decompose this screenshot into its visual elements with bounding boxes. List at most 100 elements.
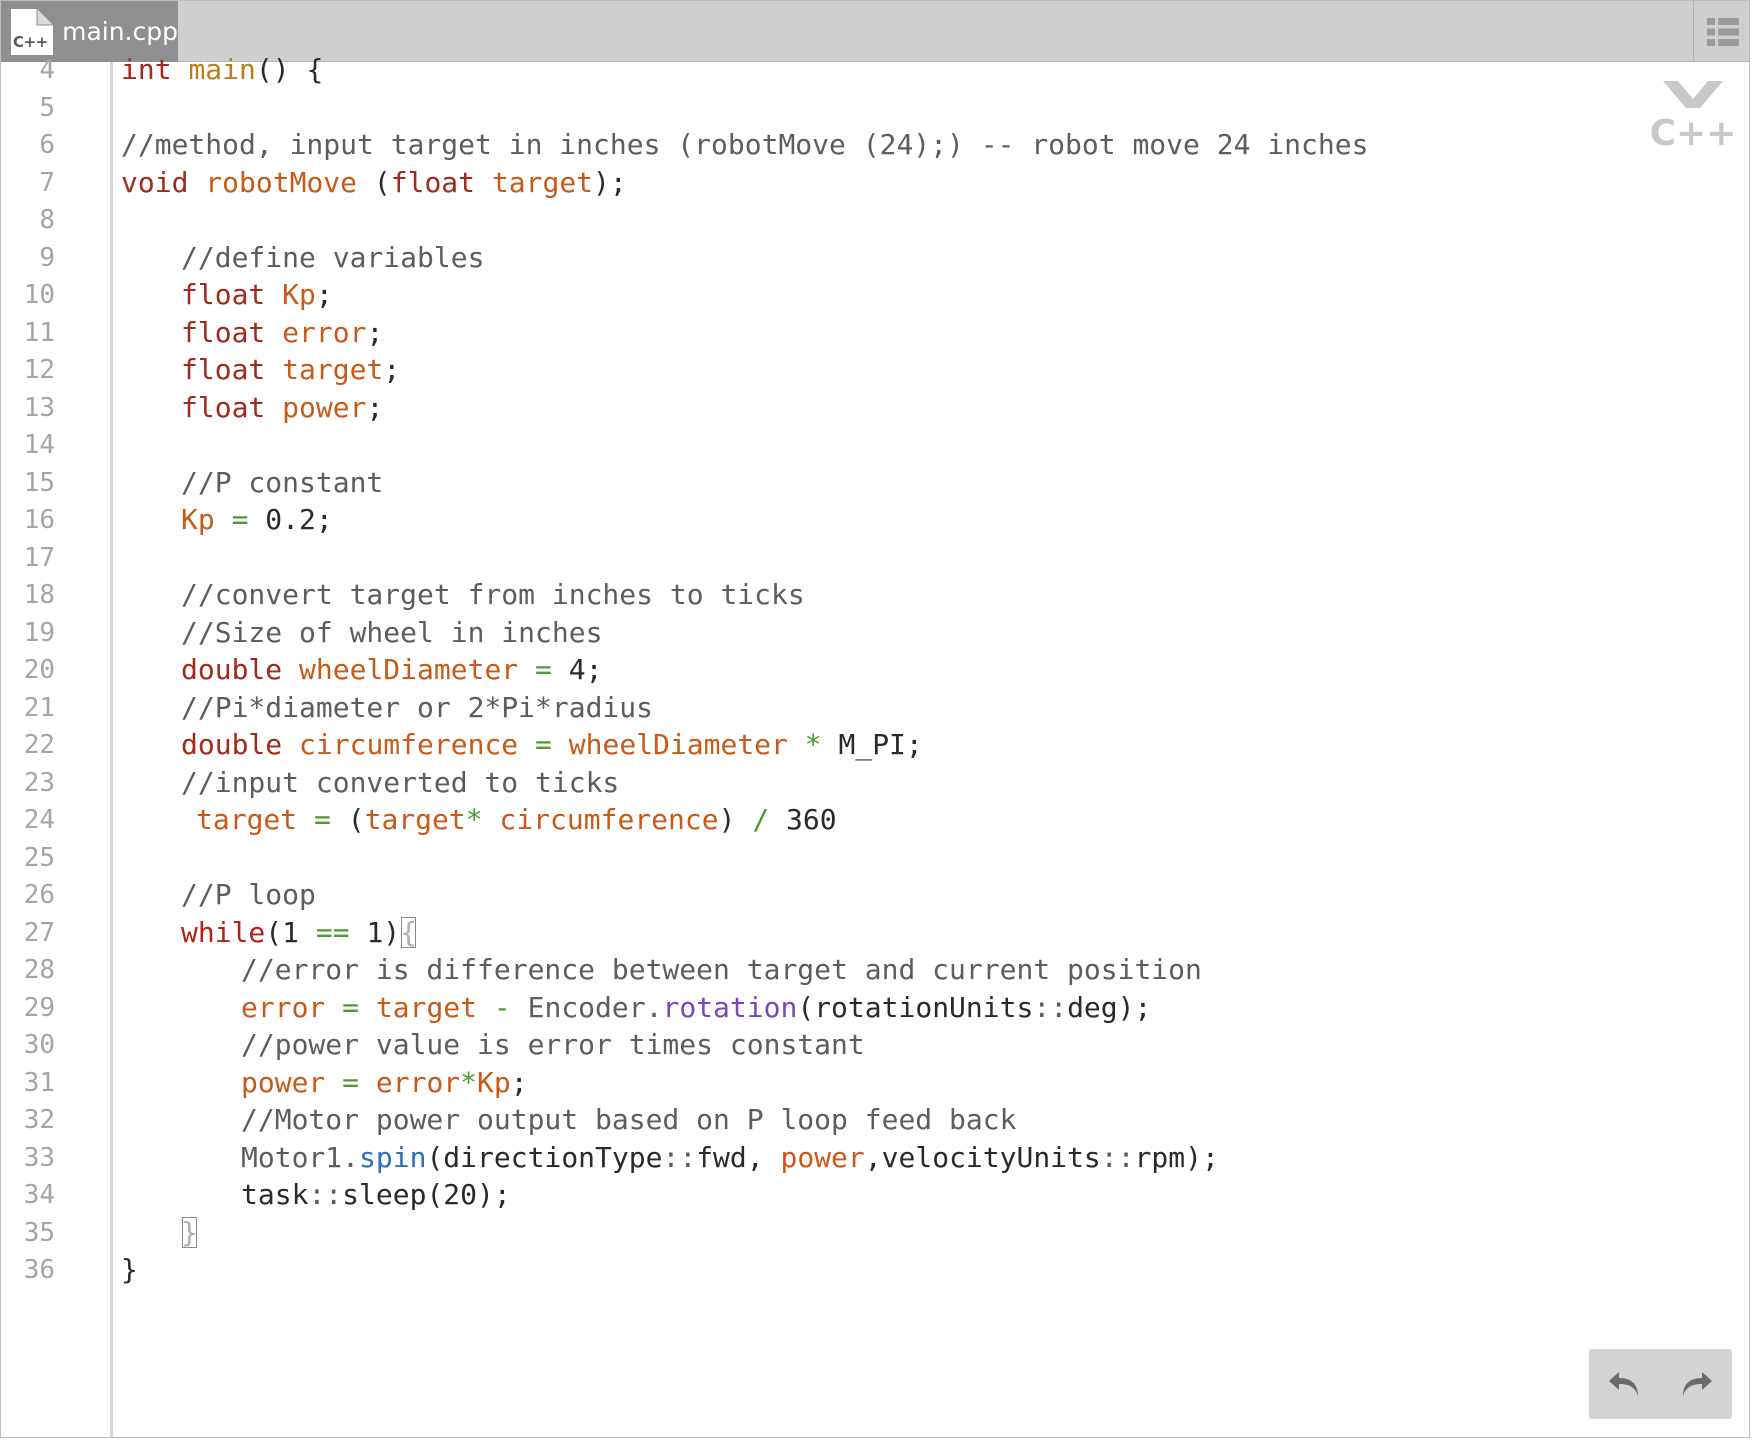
code-token: //Motor power output based on P loop fee… — [241, 1103, 1017, 1136]
code-token: wheelDiameter — [568, 728, 788, 761]
undo-button[interactable] — [1607, 1368, 1643, 1400]
code-token: //power value is error times constant — [241, 1028, 865, 1061]
cpp-logo-icon: C++ — [1650, 79, 1736, 154]
code-token: ( — [330, 803, 365, 836]
line-number: 34 — [23, 1180, 55, 1210]
code-token: Encoder — [527, 990, 646, 1024]
code-token: (1 — [265, 915, 316, 949]
code-line: double circumference = wheelDiameter * M… — [181, 724, 923, 766]
code-token: fwd, — [696, 1140, 781, 1174]
code-token: 360 — [769, 803, 837, 836]
code-token: / — [752, 803, 770, 836]
code-token: ; — [366, 390, 384, 424]
code-line: float power; — [181, 387, 383, 429]
code-token: void — [121, 165, 189, 199]
code-line: float target; — [181, 349, 400, 391]
code-line: Kp = 0.2; — [181, 499, 333, 541]
line-number: 10 — [23, 280, 55, 310]
code-token: //error is difference between target and… — [241, 953, 1202, 986]
line-number: 16 — [23, 505, 55, 535]
line-number: 14 — [23, 430, 55, 460]
code-area[interactable]: 4 5 6 7 8 9 10 11 12 13 14 15 16 17 18 19 20 21 22 23 24 25 26… — [1, 49, 1749, 1437]
code-token: ,velocityUnits — [864, 1140, 1101, 1174]
code-token: target — [196, 803, 298, 836]
code-token: ) — [718, 803, 753, 836]
code-token: float — [390, 165, 476, 199]
code-token: power — [780, 1140, 865, 1174]
code-token: circumference — [299, 728, 519, 761]
undo-redo-panel — [1589, 1349, 1732, 1419]
code-token: error — [282, 315, 367, 349]
code-line: //error is difference between target and… — [241, 949, 1202, 991]
code-line: power = error*Kp; — [241, 1062, 528, 1104]
line-number: 5 — [39, 92, 55, 123]
line-number: 9 — [39, 242, 55, 273]
code-token: //input converted to ticks — [181, 765, 620, 799]
code-token: == — [315, 915, 350, 949]
code-line: //P loop — [181, 874, 316, 916]
code-token: target — [364, 803, 466, 836]
line-number: 7 — [39, 167, 55, 198]
code-line: //define variables — [181, 237, 484, 279]
code-line: //Size of wheel in inches — [181, 612, 602, 654]
code-line: int main() { — [121, 49, 323, 91]
code-token: //Size of wheel in inches — [181, 615, 603, 649]
code-token: //method, input target in inches (robotM… — [121, 128, 1369, 161]
code-token: = — [535, 728, 552, 761]
code-token: robotMove — [205, 165, 358, 199]
line-number: 18 — [23, 580, 55, 610]
code-token: double — [181, 653, 283, 686]
line-number: 4 — [39, 55, 55, 85]
line-number: 11 — [23, 317, 55, 348]
code-token: ; — [366, 315, 384, 349]
code-line: //convert target from inches to ticks — [181, 574, 805, 616]
code-token: power — [282, 390, 367, 424]
code-line: //Pi*diameter or 2*Pi*radius — [181, 687, 653, 729]
redo-button[interactable] — [1678, 1368, 1714, 1400]
line-number: 19 — [23, 617, 55, 648]
line-number: 23 — [23, 767, 55, 798]
code-token: ; — [315, 278, 333, 311]
code-token: target — [282, 353, 384, 386]
code-token: float — [181, 278, 266, 311]
code-token: Kp — [282, 278, 316, 311]
code-token: 1) — [349, 915, 401, 949]
code-line: //input converted to ticks — [181, 762, 619, 804]
undo-icon — [1608, 1372, 1638, 1396]
code-token: error — [375, 1065, 461, 1099]
code-token: target — [375, 990, 478, 1024]
line-number: 13 — [23, 392, 55, 423]
code-line: float Kp; — [181, 274, 333, 316]
code-token: //P constant — [181, 465, 384, 499]
line-number: 17 — [23, 542, 55, 573]
file-tab-label: main.cpp — [62, 17, 178, 46]
code-token: while — [181, 915, 266, 949]
code-token: * — [460, 1065, 478, 1099]
code-token: 4; — [551, 653, 603, 686]
code-line: } — [181, 1212, 198, 1254]
matching-brace: } — [181, 1215, 198, 1249]
code-token: float — [181, 353, 266, 386]
line-number: 8 — [39, 205, 55, 235]
code-token: :: — [662, 1140, 697, 1174]
code-token: :: — [1033, 990, 1068, 1024]
code-token: ); — [593, 165, 627, 199]
code-token: //Pi*diameter or 2*Pi*radius — [181, 690, 654, 724]
code-token: circumference — [499, 803, 719, 836]
code-token: int — [121, 53, 172, 86]
code-line: error = target - Encoder.rotation(rotati… — [241, 987, 1151, 1029]
code-line: //method, input target in inches (robotM… — [121, 124, 1368, 166]
line-number: 25 — [23, 842, 55, 873]
line-number: 28 — [23, 955, 55, 985]
code-token: () { — [255, 53, 324, 86]
line-number: 6 — [39, 130, 55, 160]
code-line: while(1 == 1){ — [181, 912, 417, 954]
code-token: //convert target from inches to ticks — [181, 578, 805, 611]
